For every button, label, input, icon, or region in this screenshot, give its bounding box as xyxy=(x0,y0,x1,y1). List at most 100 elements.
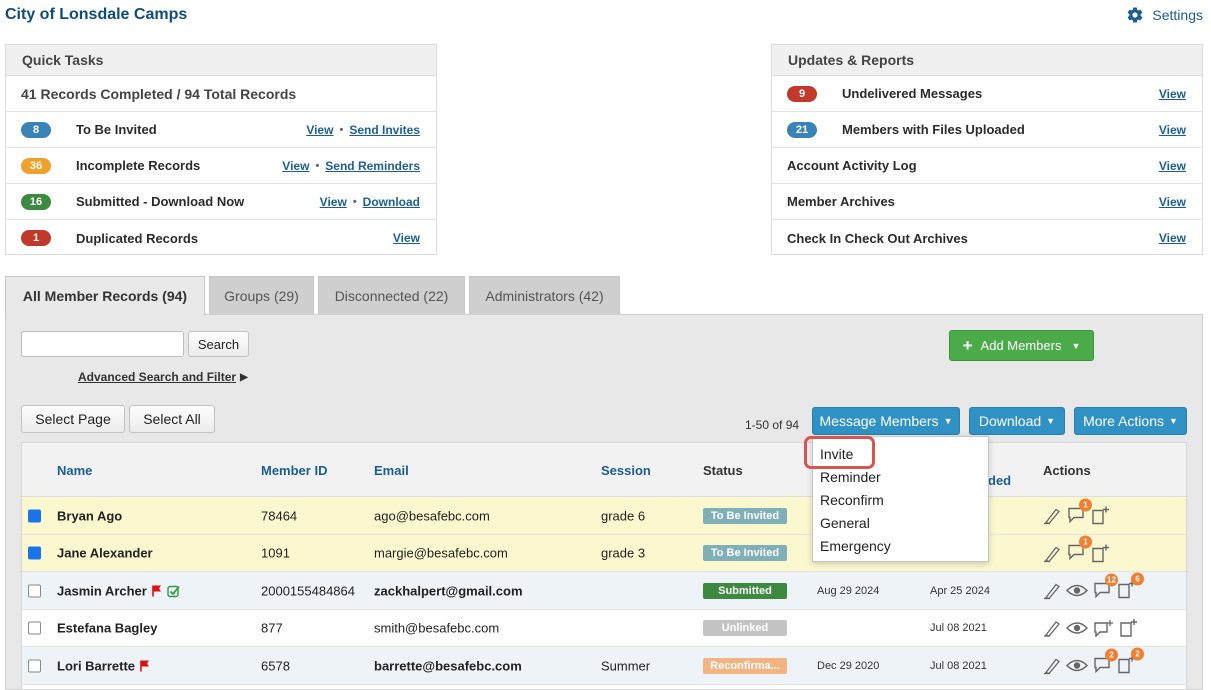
quick-task-row: 8 To Be Invited View • Send Invites xyxy=(6,112,436,148)
count-badge: 36 xyxy=(21,157,51,174)
search-button[interactable]: Search xyxy=(188,331,249,357)
quick-task-label: To Be Invited xyxy=(76,122,157,137)
member-name[interactable]: Jane Alexander xyxy=(57,546,153,561)
eye-icon[interactable] xyxy=(1066,658,1088,674)
column-header-status: Status xyxy=(703,463,743,478)
plus-icon: + xyxy=(962,335,973,355)
select-page-button[interactable]: Select Page xyxy=(21,405,125,433)
row-checkbox[interactable] xyxy=(28,584,41,597)
chat-add-icon[interactable] xyxy=(1092,619,1114,637)
status-badge: To Be Invited xyxy=(703,507,787,524)
row-checkbox[interactable] xyxy=(28,546,41,560)
view-link[interactable]: View xyxy=(306,123,333,137)
select-all-button[interactable]: Select All xyxy=(129,405,215,433)
menu-item-emergency[interactable]: Emergency xyxy=(820,538,891,554)
separator-dot: • xyxy=(352,195,357,208)
quick-task-label: Submitted - Download Now xyxy=(76,194,245,209)
member-name[interactable]: Bryan Ago xyxy=(57,508,122,523)
document-add-icon[interactable] xyxy=(1090,506,1112,526)
column-header-session[interactable]: Session xyxy=(601,463,651,478)
member-name: Jasmin Archer xyxy=(57,583,147,598)
member-name-cell[interactable]: Lori Barrette xyxy=(57,658,151,673)
column-header-member-id[interactable]: Member ID xyxy=(261,463,327,478)
view-link[interactable]: View xyxy=(282,159,309,173)
tab-disconnected[interactable]: Disconnected (22) xyxy=(318,276,465,314)
pencil-icon[interactable] xyxy=(1042,657,1062,675)
row-checkbox[interactable] xyxy=(28,509,41,522)
menu-item-reconfirm[interactable]: Reconfirm xyxy=(820,492,884,508)
document-add-icon[interactable] xyxy=(1090,543,1112,563)
search-input[interactable] xyxy=(21,331,184,357)
view-link[interactable]: View xyxy=(1159,123,1186,137)
download-button[interactable]: Download ▼ xyxy=(969,407,1065,435)
send-invites-link[interactable]: Send Invites xyxy=(349,123,420,137)
view-link[interactable]: View xyxy=(1159,159,1186,173)
table-row[interactable]: Lori Barrette 6578 barrette@besafebc.com… xyxy=(22,647,1186,685)
eye-icon[interactable] xyxy=(1066,620,1088,636)
table-row[interactable]: Jasmin Archer 2000155484864 zackhalpert@… xyxy=(22,572,1186,610)
menu-item-reminder[interactable]: Reminder xyxy=(820,469,881,485)
count-badge: 8 xyxy=(21,121,51,138)
settings-link[interactable]: Settings xyxy=(1126,6,1203,24)
member-name[interactable]: Estefana Bagley xyxy=(57,621,157,636)
member-id: 6578 xyxy=(261,658,290,673)
notification-badge: 6 xyxy=(1131,572,1144,585)
member-session: Summer xyxy=(601,658,651,673)
view-link[interactable]: View xyxy=(1159,87,1186,101)
tab-administrators[interactable]: Administrators (42) xyxy=(469,276,620,314)
eye-icon[interactable] xyxy=(1066,583,1088,599)
column-header-email[interactable]: Email xyxy=(374,463,409,478)
chat-icon[interactable]: 1 xyxy=(1066,535,1092,564)
flag-icon xyxy=(140,660,150,671)
chat-icon[interactable]: 1 xyxy=(1066,498,1092,526)
menu-item-general[interactable]: General xyxy=(820,515,870,531)
caret-down-icon: ▼ xyxy=(1071,340,1081,351)
notification-badge: 1 xyxy=(1079,498,1092,511)
count-badge: 9 xyxy=(787,85,817,102)
caret-down-icon: ▼ xyxy=(943,416,953,426)
document-add-icon[interactable]: 6 xyxy=(1116,572,1144,602)
document-add-icon[interactable] xyxy=(1118,618,1140,638)
member-email: margie@besafebc.com xyxy=(374,545,508,561)
more-actions-button[interactable]: More Actions ▼ xyxy=(1074,407,1187,435)
column-header-uploaded[interactable]: ded xyxy=(988,473,1011,488)
download-link[interactable]: Download xyxy=(363,195,420,209)
send-reminders-link[interactable]: Send Reminders xyxy=(325,159,420,173)
tab-groups[interactable]: Groups (29) xyxy=(209,276,314,314)
quick-task-row: 36 Incomplete Records View • Send Remind… xyxy=(6,148,436,184)
add-members-button[interactable]: + Add Members ▼ xyxy=(949,330,1094,361)
member-email: ago@besafebc.com xyxy=(374,508,490,523)
advanced-search-link[interactable]: Advanced Search and Filter ▶ xyxy=(78,370,248,384)
row-checkbox[interactable] xyxy=(28,659,41,672)
table-row[interactable]: Jane Alexander 1091 margie@besafebc.com … xyxy=(22,535,1186,572)
status-badge: Submitted xyxy=(703,582,787,599)
view-link[interactable]: View xyxy=(393,231,420,245)
view-link[interactable]: View xyxy=(1159,231,1186,245)
row-checkbox[interactable] xyxy=(28,621,41,635)
report-row: Check In Check Out Archives View xyxy=(772,220,1202,256)
chat-icon[interactable]: 12 xyxy=(1092,573,1118,601)
view-link[interactable]: View xyxy=(320,195,347,209)
member-name-cell[interactable]: Jasmin Archer xyxy=(57,583,180,598)
table-header: Name Member ID Email Session Status ded … xyxy=(22,443,1186,497)
flag-icon xyxy=(152,585,161,596)
message-members-button[interactable]: Message Members ▼ xyxy=(812,407,960,435)
caret-down-icon: ▼ xyxy=(1046,416,1056,426)
report-row: Account Activity Log View xyxy=(772,148,1202,184)
table-row[interactable]: Estefana Bagley 877 smith@besafebc.com U… xyxy=(22,610,1186,647)
column-header-name[interactable]: Name xyxy=(57,463,92,478)
pencil-icon[interactable] xyxy=(1042,582,1062,600)
document-add-icon[interactable]: 2 xyxy=(1116,647,1144,677)
pencil-icon[interactable] xyxy=(1042,619,1062,637)
pencil-icon[interactable] xyxy=(1042,507,1062,525)
view-link[interactable]: View xyxy=(1159,195,1186,209)
chat-icon[interactable]: 2 xyxy=(1092,648,1118,676)
caret-down-icon: ▼ xyxy=(1169,416,1178,426)
table-row[interactable]: Bryan Ago 78464 ago@besafebc.com grade 6… xyxy=(22,497,1186,535)
report-label: Members with Files Uploaded xyxy=(842,122,1025,137)
member-id: 78464 xyxy=(261,508,298,523)
column-header-actions: Actions xyxy=(1043,463,1091,478)
pencil-icon[interactable] xyxy=(1042,544,1062,562)
tab-all-member-records[interactable]: All Member Records (94) xyxy=(5,276,205,315)
member-records-table: Name Member ID Email Session Status ded … xyxy=(21,442,1187,690)
